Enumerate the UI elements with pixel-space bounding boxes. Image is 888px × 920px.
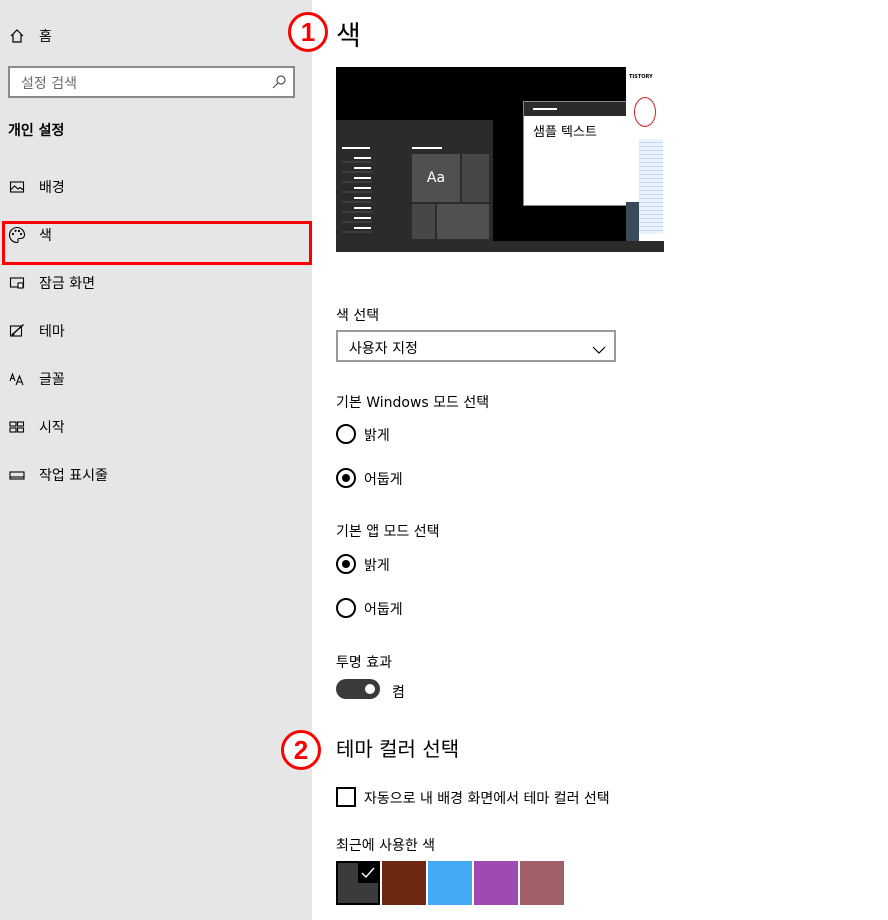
preview-tile-aa: Aa (412, 154, 460, 202)
sidebar-item-start[interactable]: 시작 (0, 407, 312, 447)
recent-colors-label: 최근에 사용한 색 (336, 838, 436, 854)
app-mode-label: 기본 앱 모드 선택 (336, 524, 440, 540)
sidebar-item-label: 테마 (39, 324, 65, 340)
chevron-down-icon (592, 340, 606, 354)
transparency-label: 투명 효과 (336, 655, 392, 671)
color-select-value: 사용자 지정 (349, 341, 418, 357)
search-placeholder: 설정 검색 (21, 76, 77, 92)
app-mode-dark-radio[interactable] (336, 598, 356, 618)
recent-color-swatch[interactable] (474, 861, 518, 905)
toggle-knob (365, 684, 375, 694)
start-icon (8, 418, 26, 436)
preview-menu-lines (354, 157, 371, 237)
accent-color-title: 테마 컬러 선택 (336, 737, 460, 761)
sidebar-item-lock-screen[interactable]: 잠금 화면 (0, 263, 312, 303)
color-select-dropdown[interactable]: 사용자 지정 (336, 330, 616, 362)
app-mode-light-label: 밝게 (364, 558, 390, 574)
picture-icon (8, 178, 26, 196)
app-mode-dark-label: 어둡게 (364, 602, 403, 618)
preview-logo-text: TISTORY (629, 74, 653, 80)
auto-accent-checkbox[interactable] (336, 787, 356, 807)
recent-color-swatch[interactable] (336, 861, 380, 905)
windows-mode-light-label: 밝게 (364, 428, 390, 444)
sidebar-item-background[interactable]: 배경 (0, 167, 312, 207)
sidebar-item-themes[interactable]: 테마 (0, 311, 312, 351)
sidebar: 홈 설정 검색 개인 설정 배경 색 잠금 화면 테마 글꼴 시작 작업 표시줄 (0, 0, 312, 920)
windows-mode-light-radio[interactable] (336, 424, 356, 444)
preview-menu-line (342, 147, 370, 149)
preview-sample-window: 샘플 텍스트 (523, 101, 638, 206)
preview-seal-icon (634, 97, 656, 127)
windows-mode-dark-label: 어둡게 (364, 472, 403, 488)
annotation-badge-1: 1 (288, 12, 328, 52)
sidebar-item-home[interactable]: 홈 (0, 16, 312, 56)
search-icon (271, 74, 287, 90)
color-select-label: 색 선택 (336, 308, 380, 324)
preview-dark-strip (626, 202, 639, 241)
preview-tile (437, 204, 489, 239)
preview-title-line (533, 108, 557, 110)
preview-tile (412, 204, 435, 239)
font-icon (8, 370, 26, 388)
windows-mode-label: 기본 Windows 모드 선택 (336, 395, 490, 411)
search-input[interactable]: 설정 검색 (8, 66, 295, 98)
sidebar-item-taskbar[interactable]: 작업 표시줄 (0, 455, 312, 495)
windows-mode-dark-radio[interactable] (336, 468, 356, 488)
annotation-badge-2: 2 (281, 730, 321, 770)
preview-window-titlebar (524, 102, 637, 116)
home-icon (8, 27, 26, 45)
sidebar-item-label: 글꼴 (39, 372, 65, 388)
preview-text-column (639, 139, 663, 234)
taskbar-icon (8, 466, 26, 484)
auto-accent-label: 자동으로 내 배경 화면에서 테마 컬러 선택 (364, 791, 610, 807)
recent-color-swatch[interactable] (428, 861, 472, 905)
check-icon (358, 863, 378, 883)
preview-background-image: TISTORY (626, 67, 664, 241)
transparency-state: 켬 (392, 685, 405, 701)
preview-tiles-line (412, 147, 442, 149)
theme-preview: Aa 샘플 텍스트 TISTORY (336, 67, 664, 252)
lock-screen-icon (8, 274, 26, 292)
sidebar-item-label: 배경 (39, 180, 65, 196)
preview-tile (462, 154, 489, 202)
app-mode-light-radio[interactable] (336, 554, 356, 574)
page-title: 색 (336, 21, 361, 52)
section-title: 개인 설정 (8, 123, 65, 139)
preview-sample-text: 샘플 텍스트 (533, 125, 597, 140)
sidebar-item-fonts[interactable]: 글꼴 (0, 359, 312, 399)
recent-color-swatch[interactable] (520, 861, 564, 905)
theme-icon (8, 322, 26, 340)
sidebar-item-label: 시작 (39, 420, 65, 436)
selection-highlight-box (2, 221, 312, 265)
transparency-toggle[interactable] (336, 679, 380, 699)
sidebar-item-label: 잠금 화면 (39, 276, 95, 292)
preview-taskbar (336, 241, 664, 252)
sidebar-item-label: 작업 표시줄 (39, 468, 108, 484)
recent-color-swatch[interactable] (382, 861, 426, 905)
sidebar-item-label: 홈 (39, 29, 52, 45)
